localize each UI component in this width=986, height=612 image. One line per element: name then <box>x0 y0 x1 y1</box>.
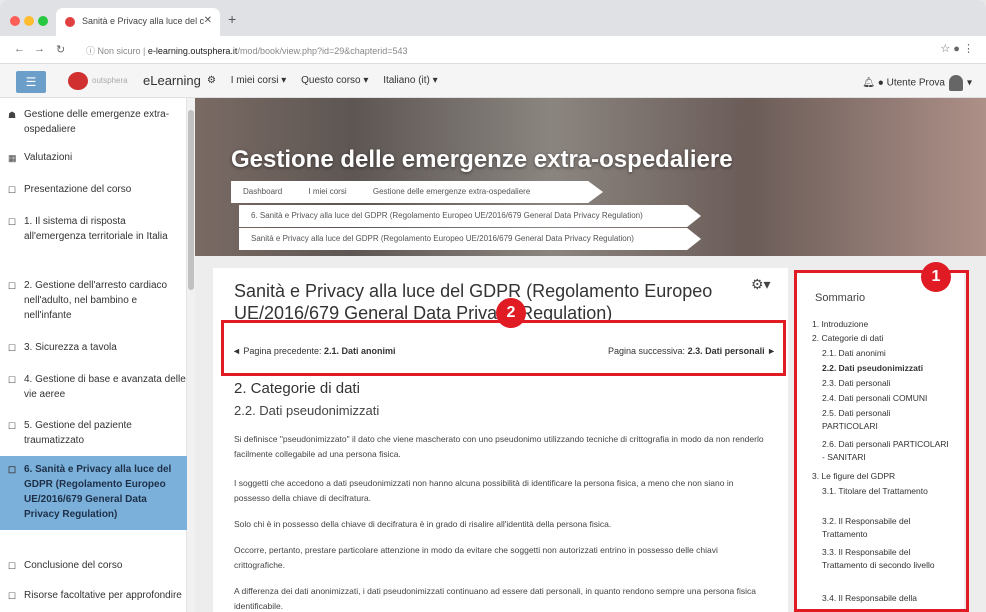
nav-item-language[interactable]: Italiano (it) ▾ <box>383 75 437 86</box>
new-tab-icon[interactable]: + <box>228 11 236 27</box>
folder-icon: ☐ <box>8 591 17 601</box>
brand-label: outsphera <box>92 76 128 85</box>
breadcrumb-course[interactable]: Gestione delle emergenze extra-ospedalie… <box>373 187 530 196</box>
annotation-box-1 <box>794 270 969 612</box>
browser-window: Sanità e Privacy alla luce del c ✕ + ← → … <box>0 0 986 612</box>
folder-icon: ☐ <box>8 561 17 571</box>
sidebar-item[interactable]: ☐ Conclusione del corso <box>0 558 187 573</box>
breadcrumb-dashboard[interactable]: Dashboard <box>243 187 282 196</box>
sidebar-item-course[interactable]: ☗ Gestione delle emergenze extra-ospedali… <box>0 107 187 137</box>
notification-icon[interactable]: 🔔︎ <box>862 78 875 89</box>
paragraph: I soggetti che accedono a dati pseudonim… <box>234 478 734 503</box>
sidebar-item[interactable]: ☐ Risorse facoltative per approfondire <box>0 588 187 603</box>
folder-icon: ☐ <box>8 217 17 227</box>
breadcrumb: Dashboard I miei corsi Gestione delle em… <box>231 181 603 203</box>
breadcrumb-chapter[interactable]: 6. Sanità e Privacy alla luce del GDPR (… <box>239 205 701 227</box>
logo-icon[interactable] <box>68 72 88 90</box>
annotation-badge-1: 1 <box>921 262 951 292</box>
page-title: Gestione delle emergenze extra-ospedalie… <box>231 146 733 173</box>
annotation-badge-2: 2 <box>496 298 526 328</box>
settings-icon[interactable]: ⚙ <box>207 75 216 86</box>
tab-title: Sanità e Privacy alla luce del c <box>82 16 205 26</box>
nav-item-my-courses[interactable]: I miei corsi ▾ <box>231 75 287 86</box>
nav-item-this-course[interactable]: Questo corso ▾ <box>301 75 368 86</box>
content-title: Sanità e Privacy alla luce del GDPR (Reg… <box>234 281 713 323</box>
subsection-heading: 2.2. Dati pseudonimizzati <box>234 403 380 418</box>
close-icon[interactable]: ✕ <box>204 15 212 26</box>
sidebar-item[interactable]: ☐ 3. Sicurezza a tavola <box>0 340 187 355</box>
folder-icon: ☐ <box>8 185 17 195</box>
browser-tab[interactable]: Sanità e Privacy alla luce del c ✕ <box>56 8 220 36</box>
user-name[interactable]: Utente Prova <box>887 78 945 89</box>
breadcrumb-page[interactable]: Sanità e Privacy alla luce del GDPR (Reg… <box>239 228 701 250</box>
sidebar-item[interactable]: ☐ 4. Gestione di base e avanzata delle vi… <box>0 372 187 402</box>
folder-icon: ☐ <box>8 343 17 353</box>
user-menu[interactable]: 🔔︎ ● Utente Prova ▾ <box>862 75 972 91</box>
sidebar-item-grades[interactable]: ▦ Valutazioni <box>0 150 187 165</box>
message-icon[interactable]: ● <box>878 78 884 89</box>
sidebar-item[interactable]: ☐ 5. Gestione del paziente traumatizzato <box>0 418 187 448</box>
breadcrumb-my-courses[interactable]: I miei corsi <box>308 187 346 196</box>
star-icon[interactable]: ☆ ● ⋮ <box>940 42 974 55</box>
paragraph: Si definisce "pseudonimizzato" il dato c… <box>234 434 764 459</box>
avatar[interactable] <box>948 75 963 91</box>
sidebar-item[interactable]: ☐ Presentazione del corso <box>0 182 187 197</box>
nav-menu: ⚙ I miei corsi ▾ Questo corso ▾ Italiano… <box>207 75 450 86</box>
table-icon: ▦ <box>8 153 17 163</box>
forward-icon[interactable]: → <box>34 43 45 55</box>
reload-icon[interactable]: ↻ <box>56 43 65 56</box>
tab-bar: Sanità e Privacy alla luce del c ✕ + <box>0 0 986 36</box>
menu-icon[interactable]: ☰ <box>16 71 46 93</box>
sidebar: ☗ Gestione delle emergenze extra-ospedali… <box>0 98 187 612</box>
favicon-icon <box>65 17 75 27</box>
folder-icon: ☐ <box>8 465 17 475</box>
paragraph: Solo chi è in possesso della chiave di d… <box>234 519 612 529</box>
folder-icon: ☐ <box>8 421 17 431</box>
paragraph: Occorre, pertanto, prestare particolare … <box>234 545 718 570</box>
graduation-cap-icon: ☗ <box>8 110 17 120</box>
paragraph: A differenza dei dati anonimizzati, i da… <box>234 586 756 611</box>
address-bar: ← → ↻ ⓘ Non sicuro | e-learning.outspher… <box>0 36 986 64</box>
brand-name[interactable]: eLearning <box>143 73 201 88</box>
scrollbar-thumb[interactable] <box>188 110 194 290</box>
url-field[interactable]: ⓘ Non sicuro | e-learning.outsphera.it/m… <box>86 44 408 57</box>
sidebar-item[interactable]: ☐ 2. Gestione dell'arresto cardiaco nell'… <box>0 278 187 323</box>
sidebar-item[interactable]: ☐ 1. Il sistema di risposta all'emergenza… <box>0 214 187 244</box>
sidebar-item-active[interactable]: ☐ 6. Sanità e Privacy alla luce del GDPR … <box>0 456 187 530</box>
top-navbar: ☰ outsphera eLearning ⚙ I miei corsi ▾ Q… <box>0 64 986 98</box>
window-controls[interactable] <box>10 13 52 31</box>
section-heading: 2. Categorie di dati <box>234 380 360 397</box>
folder-icon: ☐ <box>8 375 17 385</box>
back-icon[interactable]: ← <box>14 43 25 55</box>
annotation-box-2 <box>221 320 786 376</box>
folder-icon: ☐ <box>8 281 17 291</box>
